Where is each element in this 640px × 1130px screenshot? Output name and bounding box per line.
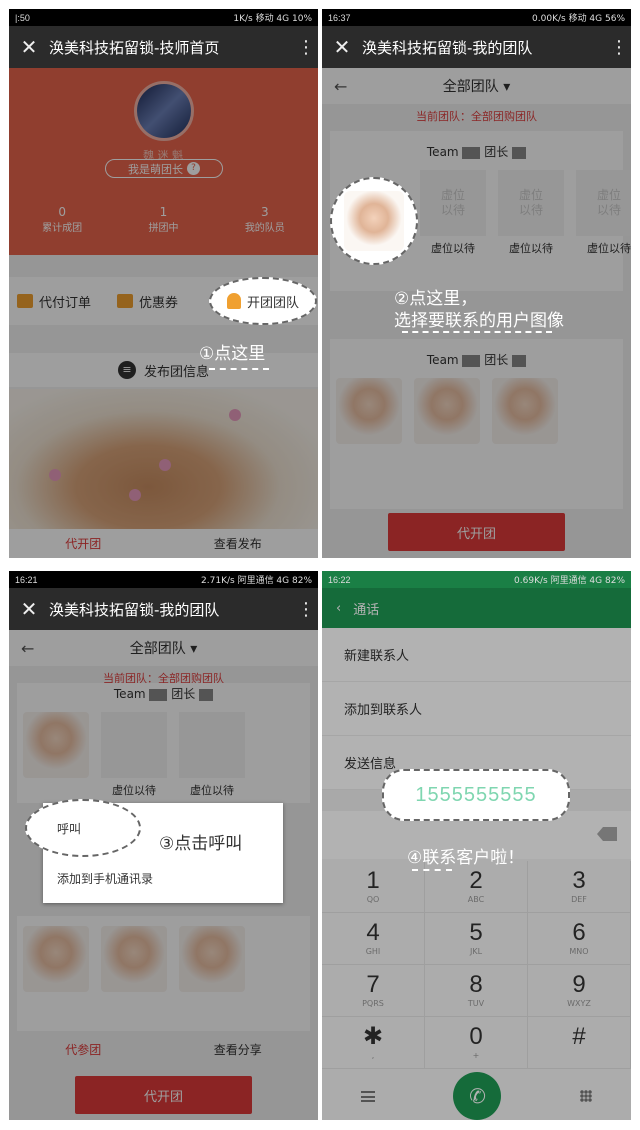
page-title: 涣美科技拓留锁-我的团队 [49, 600, 220, 619]
open-team-bubble[interactable]: 开团团队 [209, 277, 317, 325]
status-bar: 16:37 0.00K/s 移动 4G 56% [322, 9, 631, 26]
close-icon[interactable]: ✕ [322, 35, 362, 59]
phone-number: 1555555555 [415, 783, 537, 806]
avatar [344, 191, 404, 251]
person-icon [226, 293, 241, 309]
title-bar: ✕ 涣美科技拓留锁-我的团队 ⋮ [322, 26, 631, 68]
status-right: 1K/s 移动 4G 10% [233, 14, 312, 24]
underline [402, 327, 552, 333]
close-icon[interactable]: ✕ [9, 35, 49, 59]
step3-note: ③点击呼叫 [159, 834, 243, 854]
underline [209, 364, 269, 370]
screen-tech-home: |:50 1K/s 移动 4G 10% ✕ 涣美科技拓留锁-技师首页 ⋮ 魏 迷… [9, 9, 318, 558]
status-bar: |:50 1K/s 移动 4G 10% [9, 9, 318, 26]
title-bar: ✕ 涣美科技拓留锁-技师首页 ⋮ [9, 26, 318, 68]
status-bar: 16:21 2.71K/s 阿里通信 4G 82% [9, 571, 318, 588]
add-contact-option[interactable]: 添加到手机通讯录 [43, 853, 283, 903]
page-title: 涣美科技拓留锁-技师首页 [49, 38, 220, 57]
step1-note: ①点这里 [199, 344, 266, 364]
title-bar: ✕ 涣美科技拓留锁-我的团队 ⋮ [9, 588, 318, 630]
screen-my-team: 16:37 0.00K/s 移动 4G 56% ✕ 涣美科技拓留锁-我的团队 ⋮… [322, 9, 631, 558]
status-left: |:50 [15, 12, 30, 23]
page-title: 涣美科技拓留锁-我的团队 [362, 38, 533, 57]
more-icon[interactable]: ⋮ [607, 37, 631, 58]
underline [412, 865, 452, 871]
status-bar: 16:22 0.69K/s 阿里通信 4G 82% [322, 571, 631, 588]
more-icon[interactable]: ⋮ [294, 599, 318, 620]
close-icon[interactable]: ✕ [9, 597, 49, 621]
screen-dialer: 16:22 0.69K/s 阿里通信 4G 82% ‹ 通话 新建联系人 添加到… [322, 571, 631, 1120]
member-avatar-bubble[interactable] [330, 177, 418, 265]
number-bubble: 1555555555 [382, 769, 570, 821]
more-icon[interactable]: ⋮ [294, 37, 318, 58]
screen-my-team-call: 16:21 2.71K/s 阿里通信 4G 82% ✕ 涣美科技拓留锁-我的团队… [9, 571, 318, 1120]
call-bubble[interactable]: 呼叫 [25, 799, 141, 857]
